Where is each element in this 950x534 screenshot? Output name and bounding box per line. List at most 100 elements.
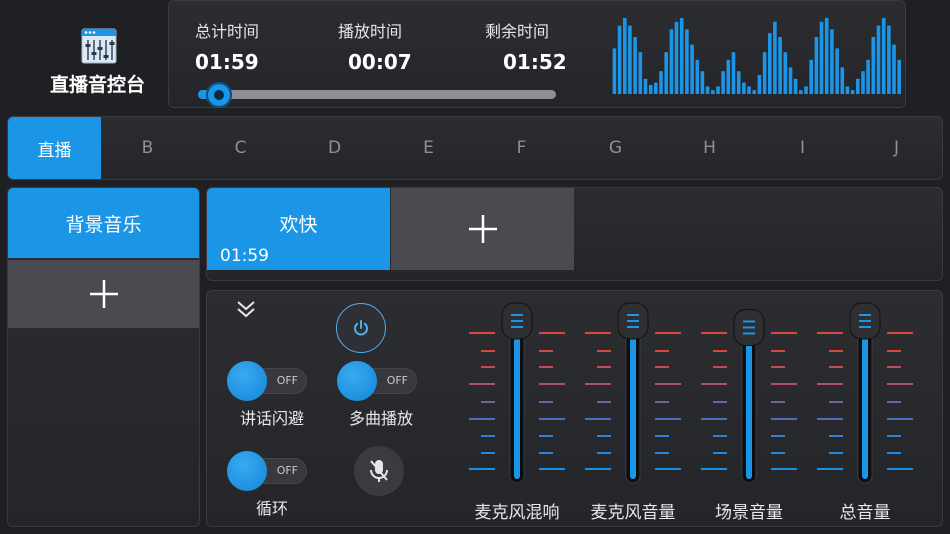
spectrum-bar	[768, 33, 772, 94]
multi-play-label: 多曲播放	[348, 409, 413, 428]
spectrum-bar	[819, 21, 824, 94]
played-time-value: 00:07	[348, 50, 412, 74]
spectrum-bar	[711, 90, 715, 94]
spectrum-bar	[659, 71, 663, 94]
app-logo: 直播音控台	[10, 0, 165, 110]
spectrum-bar	[892, 44, 896, 94]
spectrum-bar	[845, 86, 850, 94]
plus-icon	[468, 215, 497, 243]
spectrum-bar	[716, 86, 720, 94]
spectrum-bar	[664, 52, 668, 94]
spectrum-bar	[700, 71, 705, 94]
spectrum-bar	[793, 78, 798, 94]
toggle-knob	[337, 361, 377, 401]
power-button[interactable]	[336, 303, 386, 353]
app-title: 直播音控台	[50, 74, 146, 96]
spectrum-bar	[612, 48, 617, 94]
fader-level	[746, 327, 752, 479]
spectrum-bar	[778, 37, 782, 94]
toggle-state: OFF	[276, 374, 298, 387]
spectrum-bar	[638, 52, 643, 94]
mixer-panel: OFF 讲话闪避 OFF 多曲播放 OFF 循环 麦克风混响 麦克风音量 场景音…	[206, 290, 943, 527]
spectrum-bar	[690, 44, 694, 94]
spectrum-bar	[871, 37, 876, 94]
spectrum-bar	[685, 29, 689, 94]
spectrum-bar	[633, 37, 637, 94]
total-time-value: 01:59	[195, 50, 259, 74]
spectrum-bar	[773, 21, 777, 94]
spectrum-bar	[669, 29, 674, 94]
ducking-label: 讲话闪避	[239, 409, 304, 428]
mixer-window-icon	[81, 28, 117, 64]
track-title: 欢快	[279, 214, 318, 236]
progress-bar[interactable]	[198, 90, 556, 99]
remaining-time-label: 剩余时间	[485, 22, 550, 41]
ducking-toggle[interactable]: OFF	[227, 361, 309, 401]
fader-label-scene-volume: 场景音量	[715, 503, 783, 523]
category-panel: 背景音乐	[7, 187, 200, 527]
spectrum-bar	[705, 86, 710, 94]
spectrum-bar	[742, 82, 746, 94]
spectrum-bar	[876, 25, 881, 94]
loop-label: 循环	[255, 499, 288, 518]
category-background-music[interactable]: 背景音乐	[8, 188, 199, 258]
spectrum-bar	[799, 90, 803, 94]
spectrum-bar	[648, 84, 653, 94]
spectrum-bar	[861, 71, 865, 94]
spectrum-bar	[628, 25, 632, 94]
tab-c[interactable]: C	[194, 117, 287, 179]
spectrum-bar	[830, 29, 834, 94]
fader-label-mic-reverb: 麦克风混响	[474, 503, 560, 523]
multi-play-toggle[interactable]: OFF	[337, 361, 419, 401]
scene-tab-bar: 直播 B C D E F G H I J	[7, 116, 943, 180]
spectrum-bar	[809, 59, 813, 94]
spectrum-bar	[881, 18, 886, 94]
spectrum-bar	[856, 78, 860, 94]
microphone-mute-button[interactable]	[354, 446, 404, 496]
spectrum-bar	[814, 37, 819, 94]
track-duration: 01:59	[220, 246, 269, 266]
spectrum-bar	[721, 71, 725, 94]
tab-d[interactable]: D	[288, 117, 381, 179]
spectrum-bar	[752, 90, 756, 94]
tab-j[interactable]: J	[850, 117, 943, 179]
spectrum-bar	[757, 75, 762, 94]
plus-icon	[89, 280, 118, 308]
spectrum-bar	[623, 18, 627, 94]
tab-b[interactable]: B	[101, 117, 194, 179]
loop-toggle[interactable]: OFF	[227, 451, 309, 491]
add-category-button[interactable]	[8, 260, 199, 328]
spectrum-bar	[824, 18, 829, 94]
toggle-knob	[227, 361, 267, 401]
tab-live[interactable]: 直播	[8, 117, 101, 179]
fader-level	[862, 321, 868, 479]
tab-g[interactable]: G	[569, 117, 662, 179]
track-card[interactable]: 欢快 01:59	[207, 188, 390, 270]
spectrum-bar	[731, 52, 736, 94]
track-list: 欢快 01:59	[206, 187, 943, 281]
spectrum-bar	[695, 59, 700, 94]
spectrum-bar	[887, 25, 891, 94]
tab-h[interactable]: H	[663, 117, 756, 179]
fader-group	[469, 302, 913, 484]
fader-level	[514, 321, 520, 479]
spectrum-bar	[866, 59, 870, 94]
spectrum-bar	[897, 59, 901, 94]
spectrum-bar	[654, 82, 658, 94]
spectrum-bar	[643, 78, 648, 94]
tab-f[interactable]: F	[475, 117, 568, 179]
microphone-off-icon	[370, 460, 388, 482]
spectrum-bar	[783, 52, 788, 94]
remaining-time-value: 01:52	[503, 50, 567, 74]
spectrum-bar	[762, 52, 767, 94]
tab-i[interactable]: I	[756, 117, 849, 179]
toggle-knob	[227, 451, 267, 491]
spectrum-bar	[736, 71, 741, 94]
tab-e[interactable]: E	[382, 117, 475, 179]
double-chevron-down-icon[interactable]	[235, 299, 257, 319]
audio-spectrum	[612, 18, 901, 94]
spectrum-bar	[747, 86, 751, 94]
spectrum-bar	[835, 48, 839, 94]
power-icon	[354, 320, 368, 336]
add-track-button[interactable]	[391, 188, 574, 270]
